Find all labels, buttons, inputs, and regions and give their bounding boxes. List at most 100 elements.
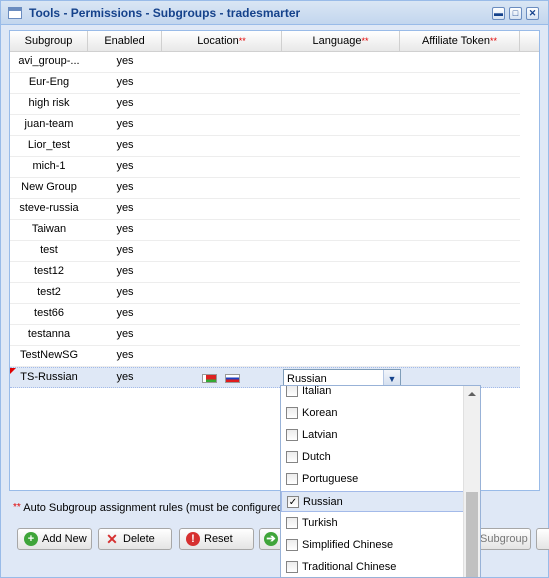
dropdown-option[interactable]: Turkish	[281, 513, 464, 534]
minimize-icon[interactable]: ▬	[492, 7, 505, 20]
scroll-up-icon[interactable]	[468, 392, 476, 396]
subgroup-cell[interactable]: test2	[10, 283, 88, 303]
arrow-right-icon: ➔	[264, 532, 278, 546]
checkbox-icon[interactable]	[286, 429, 298, 441]
enabled-cell[interactable]: yes	[88, 73, 162, 93]
dropdown-option-label: Korean	[302, 407, 338, 419]
subgroup-cell[interactable]: steve-russia	[10, 199, 88, 219]
window-titlebar[interactable]: Tools - Permissions - Subgroups - trades…	[1, 1, 548, 25]
checkbox-icon[interactable]	[286, 407, 298, 419]
window-title: Tools - Permissions - Subgroups - trades…	[29, 6, 301, 20]
dropdown-option-label: Latvian	[302, 429, 338, 441]
scrollbar-thumb[interactable]	[466, 492, 478, 577]
reset-button[interactable]: ! Reset	[179, 528, 254, 550]
subgroup-button[interactable]: Subgroup	[475, 528, 531, 550]
dropdown-option-label: Simplified Chinese	[302, 539, 394, 551]
dropdown-scrollbar[interactable]	[463, 386, 480, 577]
checkbox-icon[interactable]	[286, 451, 298, 463]
table-row[interactable]: high risk yes	[10, 94, 520, 115]
enabled-cell[interactable]: yes	[88, 325, 162, 345]
table-row[interactable]: testanna yes	[10, 325, 520, 346]
dropdown-option[interactable]: Korean	[281, 403, 464, 424]
enabled-cell[interactable]: yes	[88, 115, 162, 135]
column-header-affiliate-token[interactable]: Affiliate Token**	[400, 31, 520, 52]
more-button[interactable]	[536, 528, 549, 550]
table-row[interactable]: steve-russia yes	[10, 199, 520, 220]
column-header-subgroup[interactable]: Subgroup	[10, 31, 88, 52]
subgroup-cell[interactable]: TestNewSG	[10, 346, 88, 366]
dropdown-option[interactable]: Traditional Chinese	[281, 557, 464, 577]
enabled-cell[interactable]: yes	[88, 178, 162, 198]
close-icon[interactable]: ✕	[526, 7, 539, 20]
enabled-cell[interactable]: yes	[88, 304, 162, 324]
russia-flag-icon	[225, 374, 240, 383]
table-row[interactable]: Eur-Eng yes	[10, 73, 520, 94]
dropdown-option[interactable]: Portuguese	[281, 469, 464, 490]
table-row[interactable]: avi_group-... yes	[10, 52, 520, 73]
dropdown-option-label: Traditional Chinese	[302, 561, 397, 573]
enabled-cell[interactable]: yes	[88, 368, 162, 388]
column-header-enabled[interactable]: Enabled	[88, 31, 162, 52]
column-header-language[interactable]: Language**	[282, 31, 400, 52]
dropdown-option-label: Turkish	[302, 517, 338, 529]
subgroup-cell[interactable]: TS-Russian	[10, 368, 88, 388]
enabled-cell[interactable]: yes	[88, 136, 162, 156]
table-row[interactable]: TestNewSG yes	[10, 346, 520, 367]
dropdown-option[interactable]: ✓ Russian	[281, 491, 464, 512]
enabled-cell[interactable]: yes	[88, 157, 162, 177]
table-row[interactable]: Taiwan yes	[10, 220, 520, 241]
dropdown-option-label: Portuguese	[302, 473, 359, 485]
dropdown-option[interactable]: Simplified Chinese	[281, 535, 464, 556]
add-icon: +	[24, 532, 38, 546]
enabled-cell[interactable]: yes	[88, 220, 162, 240]
subgroup-cell[interactable]: Lior_test	[10, 136, 88, 156]
enabled-cell[interactable]: yes	[88, 262, 162, 282]
dirty-marker-icon	[10, 368, 16, 374]
checkbox-checked-icon[interactable]: ✓	[287, 496, 299, 508]
subgroup-cell[interactable]: test66	[10, 304, 88, 324]
language-dropdown-list: Italian Korean Latvian Dutch Portuguese ✓ Russ…	[280, 385, 481, 578]
delete-icon: ✕	[106, 531, 118, 547]
delete-button[interactable]: ✕ Delete	[98, 528, 172, 550]
table-row[interactable]: test66 yes	[10, 304, 520, 325]
table-row[interactable]: New Group yes	[10, 178, 520, 199]
dropdown-option[interactable]: Dutch	[281, 447, 464, 468]
subgroup-cell[interactable]: testanna	[10, 325, 88, 345]
table-row[interactable]: Lior_test yes	[10, 136, 520, 157]
table-row[interactable]: mich-1 yes	[10, 157, 520, 178]
reset-icon: !	[186, 532, 200, 546]
enabled-cell[interactable]: yes	[88, 283, 162, 303]
subgroup-cell[interactable]: mich-1	[10, 157, 88, 177]
enabled-cell[interactable]: yes	[88, 94, 162, 114]
checkbox-icon[interactable]	[286, 473, 298, 485]
dropdown-option-label: Dutch	[302, 451, 331, 463]
add-new-button[interactable]: + Add New	[17, 528, 92, 550]
subgroup-cell[interactable]: New Group	[10, 178, 88, 198]
table-row[interactable]: test12 yes	[10, 262, 520, 283]
subgroup-cell[interactable]: juan-team	[10, 115, 88, 135]
checkbox-icon[interactable]	[286, 539, 298, 551]
subgroup-cell[interactable]: high risk	[10, 94, 88, 114]
subgroup-cell[interactable]: Eur-Eng	[10, 73, 88, 93]
checkbox-icon[interactable]	[286, 517, 298, 529]
table-row[interactable]: test2 yes	[10, 283, 520, 304]
enabled-cell[interactable]: yes	[88, 52, 162, 72]
maximize-icon[interactable]: □	[509, 7, 522, 20]
footnote: ** Auto Subgroup assignment rules (must …	[13, 502, 284, 514]
table-row[interactable]: juan-team yes	[10, 115, 520, 136]
checkbox-icon[interactable]	[286, 386, 298, 397]
subgroup-cell[interactable]: test	[10, 241, 88, 261]
belarus-flag-icon	[202, 374, 217, 383]
subgroup-cell[interactable]: test12	[10, 262, 88, 282]
column-header-location[interactable]: Location**	[162, 31, 282, 52]
enabled-cell[interactable]: yes	[88, 199, 162, 219]
enabled-cell[interactable]: yes	[88, 346, 162, 366]
language-combobox-value: Russian	[287, 373, 327, 385]
enabled-cell[interactable]: yes	[88, 241, 162, 261]
dropdown-option[interactable]: Italian	[281, 386, 464, 402]
checkbox-icon[interactable]	[286, 561, 298, 573]
subgroup-cell[interactable]: avi_group-...	[10, 52, 88, 72]
table-row[interactable]: test yes	[10, 241, 520, 262]
subgroup-cell[interactable]: Taiwan	[10, 220, 88, 240]
dropdown-option[interactable]: Latvian	[281, 425, 464, 446]
